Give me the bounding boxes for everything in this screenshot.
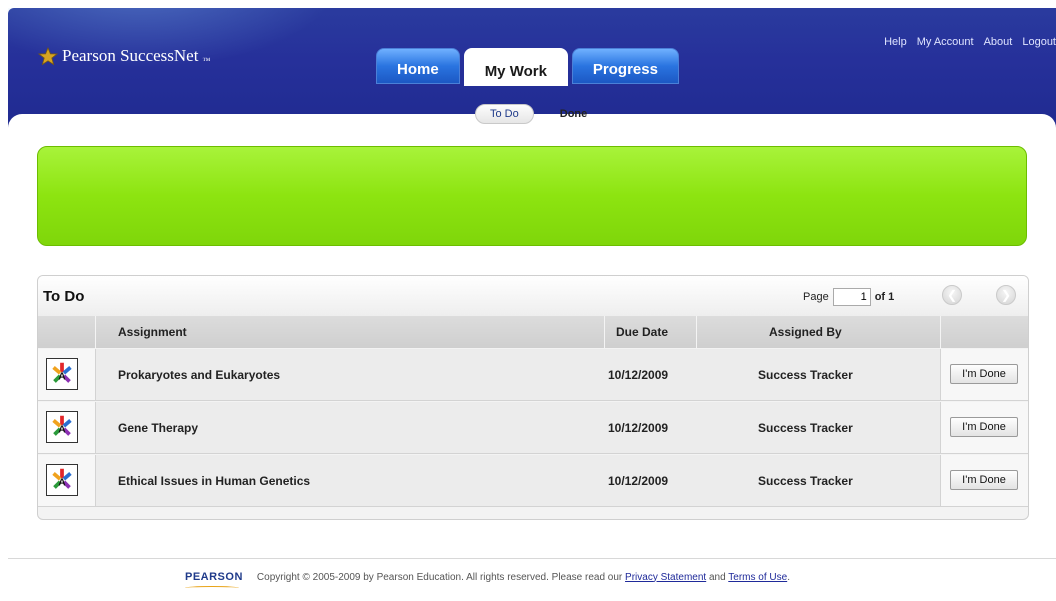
previous-page-button[interactable]: ❮: [942, 285, 962, 305]
im-done-button[interactable]: I'm Done: [950, 417, 1018, 437]
column-divider: [940, 316, 941, 348]
footer-text: Copyright © 2005-2009 by Pearson Educati…: [257, 572, 790, 583]
tab-my-work[interactable]: My Work: [463, 48, 568, 86]
column-assignment[interactable]: Assignment: [118, 325, 187, 339]
column-assigned-by[interactable]: Assigned By: [769, 325, 842, 339]
todo-title: To Do: [43, 288, 85, 305]
column-divider: [696, 316, 697, 348]
assignment-star-icon: A: [46, 411, 78, 443]
help-link[interactable]: Help: [884, 36, 907, 48]
and-text: and: [708, 571, 726, 583]
im-done-button[interactable]: I'm Done: [950, 364, 1018, 384]
table-row: A Gene Therapy 10/12/2009 Success Tracke…: [38, 402, 1028, 454]
chevron-right-icon: ❯: [1000, 288, 1012, 302]
star-icon: [38, 47, 58, 65]
column-headers: Assignment Due Date Assigned By: [38, 316, 1028, 348]
logo[interactable]: Pearson SuccessNet ™: [38, 46, 210, 66]
row-icon-cell: A: [38, 455, 96, 506]
page-label: Page: [803, 291, 829, 303]
row-icon-cell: A: [38, 402, 96, 453]
action-cell: I'm Done: [940, 402, 1028, 453]
my-account-link[interactable]: My Account: [917, 36, 974, 48]
footer: PEARSON Copyright © 2005-2009 by Pearson…: [8, 558, 1056, 599]
assigned-by: Success Tracker: [758, 474, 853, 488]
copyright-text: Copyright © 2005-2009 by Pearson Educati…: [256, 571, 623, 583]
main-tabs: Home My Work Progress: [376, 48, 679, 86]
logout-link[interactable]: Logout: [1022, 36, 1056, 48]
about-link[interactable]: About: [984, 36, 1013, 48]
page: Pearson SuccessNet ™ Help My Account Abo…: [0, 0, 1056, 601]
todo-header: To Do Page of 1 ❮ ❯: [38, 276, 1028, 317]
due-date: 10/12/2009: [608, 474, 669, 488]
tab-home[interactable]: Home: [376, 48, 460, 84]
column-due-date[interactable]: Due Date: [616, 325, 668, 339]
assignment-star-icon: A: [46, 358, 78, 390]
column-divider: [604, 316, 605, 348]
todo-panel: To Do Page of 1 ❮ ❯ Assignment Due Date …: [37, 275, 1029, 520]
subtab-done[interactable]: Done: [546, 105, 602, 123]
row-icon-cell: A: [38, 349, 96, 400]
assignment-title[interactable]: Gene Therapy: [118, 421, 198, 435]
due-date: 10/12/2009: [608, 421, 669, 435]
svg-text:A: A: [58, 425, 66, 436]
svg-text:A: A: [58, 478, 66, 489]
table-row: A Prokaryotes and Eukaryotes 10/12/2009 …: [38, 349, 1028, 401]
assignment-star-icon: A: [46, 464, 78, 496]
action-cell: I'm Done: [940, 349, 1028, 400]
assigned-by: Success Tracker: [758, 368, 853, 382]
logo-trademark: ™: [202, 55, 211, 65]
action-cell: I'm Done: [940, 455, 1028, 506]
privacy-statement-link[interactable]: Privacy Statement: [625, 572, 706, 583]
pager: Page of 1: [803, 288, 894, 306]
next-page-button[interactable]: ❯: [996, 285, 1016, 305]
page-total: of 1: [874, 291, 895, 303]
logo-text: Pearson SuccessNet: [62, 46, 199, 65]
chevron-left-icon: ❮: [946, 288, 958, 302]
subtabs: To Do Done: [475, 104, 601, 124]
page-input[interactable]: [832, 288, 871, 306]
im-done-button[interactable]: I'm Done: [950, 470, 1018, 490]
pearson-logo: PEARSON: [185, 571, 243, 587]
subtab-to-do[interactable]: To Do: [475, 104, 534, 124]
svg-text:A: A: [58, 372, 66, 383]
assignment-title[interactable]: Ethical Issues in Human Genetics: [118, 474, 310, 488]
due-date: 10/12/2009: [608, 368, 669, 382]
assignment-title[interactable]: Prokaryotes and Eukaryotes: [118, 368, 280, 382]
top-links: Help My Account About Logout: [884, 36, 1056, 48]
assigned-by: Success Tracker: [758, 421, 853, 435]
table-row: A Ethical Issues in Human Genetics 10/12…: [38, 455, 1028, 507]
column-divider: [95, 316, 96, 348]
footer-content: PEARSON Copyright © 2005-2009 by Pearson…: [185, 571, 790, 587]
tab-progress[interactable]: Progress: [571, 48, 679, 84]
green-banner: [37, 146, 1027, 246]
period-text: .: [787, 571, 790, 583]
terms-of-use-link[interactable]: Terms of Use: [728, 572, 787, 583]
